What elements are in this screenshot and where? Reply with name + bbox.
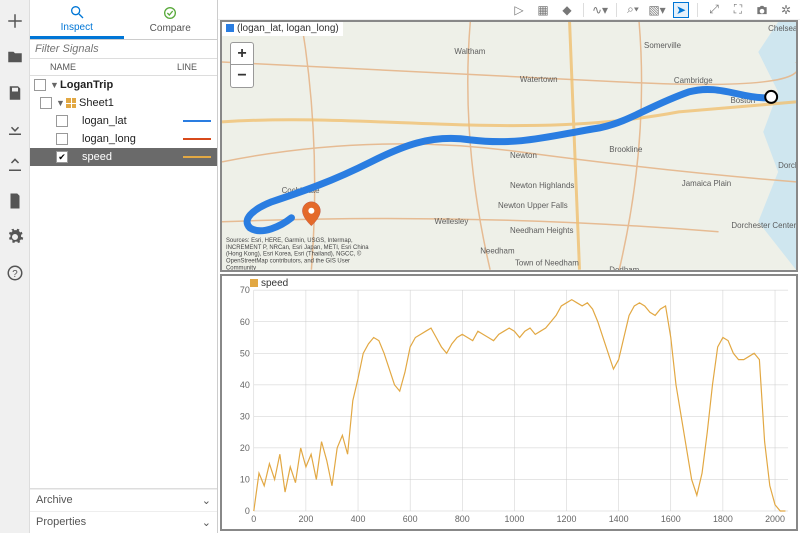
fullscreen-icon[interactable]: ⛶ xyxy=(730,2,746,18)
chart-pane[interactable]: speed 0 10 20 30 40 50 60 70 0 200 400 600 800 1000 12… xyxy=(220,274,798,531)
snapshot-icon[interactable] xyxy=(754,2,770,18)
svg-text:Needham: Needham xyxy=(480,247,515,256)
plot-toolbar: ▷ ▦ ◆ ∿▾ ⌕▾ ▧▾ ➤ ⤢ ⛶ ✲ xyxy=(218,0,800,20)
svg-text:Wellesley: Wellesley xyxy=(435,217,469,226)
svg-text:1000: 1000 xyxy=(504,514,524,524)
line-swatch xyxy=(183,120,211,122)
chevron-down-icon: ⌄ xyxy=(202,516,211,529)
svg-text:400: 400 xyxy=(351,514,366,524)
svg-text:10: 10 xyxy=(240,474,250,484)
tab-compare-label: Compare xyxy=(150,23,191,34)
gear-icon[interactable] xyxy=(4,226,26,248)
svg-text:Needham Heights: Needham Heights xyxy=(510,226,573,235)
tree-root[interactable]: ▼ LoganTrip xyxy=(30,76,217,94)
line-swatch xyxy=(183,156,211,158)
svg-text:?: ? xyxy=(12,269,18,280)
tree-sheet[interactable]: ▼ Sheet1 xyxy=(30,94,217,112)
tree-headers: NAME LINE xyxy=(30,59,217,76)
checkbox[interactable] xyxy=(40,97,52,109)
svg-text:Dorchester Center: Dorchester Center xyxy=(731,221,796,230)
header-line: LINE xyxy=(177,62,217,72)
plus-icon[interactable] xyxy=(4,10,26,32)
zoom-in-button[interactable]: + xyxy=(231,43,253,65)
svg-text:Somerville: Somerville xyxy=(644,41,682,50)
import-icon[interactable] xyxy=(4,118,26,140)
svg-text:70: 70 xyxy=(240,285,250,295)
map-canvas[interactable]: Chelsea Somerville Waltham Cambridge Waterto… xyxy=(222,22,796,270)
tab-inspect-label: Inspect xyxy=(61,22,93,33)
main: ▷ ▦ ◆ ∿▾ ⌕▾ ▧▾ ➤ ⤢ ⛶ ✲ (logan_lat, logan… xyxy=(218,0,800,533)
svg-text:Dedham: Dedham xyxy=(609,266,639,270)
svg-text:1600: 1600 xyxy=(661,514,681,524)
line-swatch xyxy=(183,138,211,140)
svg-text:1400: 1400 xyxy=(609,514,629,524)
archive-panel[interactable]: Archive⌄ xyxy=(30,489,217,511)
checkbox[interactable] xyxy=(56,151,68,163)
sheet-icon xyxy=(66,98,76,108)
tab-compare[interactable]: Compare xyxy=(124,0,218,39)
svg-text:600: 600 xyxy=(403,514,418,524)
chevron-down-icon: ⌄ xyxy=(202,494,211,507)
pointer-icon[interactable]: ➤ xyxy=(673,2,689,18)
signal-speed[interactable]: speed xyxy=(30,148,217,166)
signal-logan_long[interactable]: logan_long xyxy=(30,130,217,148)
plot-settings-icon[interactable]: ✲ xyxy=(778,2,794,18)
play-icon[interactable]: ▷ xyxy=(511,2,527,18)
svg-text:Town of Needham: Town of Needham xyxy=(515,259,579,268)
map-pane[interactable]: (logan_lat, logan_long) + − Chelsea Somer… xyxy=(220,20,798,272)
svg-text:Newton Upper Falls: Newton Upper Falls xyxy=(498,201,568,210)
svg-text:Jamaica Plain: Jamaica Plain xyxy=(682,179,731,188)
checkbox[interactable] xyxy=(34,79,46,91)
app-toolbar: ? xyxy=(0,0,30,533)
sidebar: Inspect Compare NAME LINE ▼ LoganTrip ▼ … xyxy=(30,0,218,533)
svg-text:Chelsea: Chelsea xyxy=(768,24,796,33)
svg-text:0: 0 xyxy=(245,506,250,516)
svg-text:40: 40 xyxy=(240,380,250,390)
sidebar-footer: Archive⌄ Properties⌄ xyxy=(30,488,217,533)
chart-canvas[interactable]: 0 10 20 30 40 50 60 70 0 200 400 600 800 1000 1200 1400… xyxy=(222,276,796,529)
svg-text:1200: 1200 xyxy=(557,514,577,524)
box-select-icon[interactable]: ▧▾ xyxy=(649,2,665,18)
svg-text:20: 20 xyxy=(240,443,250,453)
svg-text:Cambridge: Cambridge xyxy=(674,76,713,85)
filter-input[interactable] xyxy=(30,40,217,59)
expand-icon[interactable]: ⤢ xyxy=(706,2,722,18)
svg-text:30: 30 xyxy=(240,411,250,421)
signal-logan_lat[interactable]: logan_lat xyxy=(30,112,217,130)
save-icon[interactable] xyxy=(4,82,26,104)
tab-inspect[interactable]: Inspect xyxy=(30,0,124,39)
folder-icon[interactable] xyxy=(4,46,26,68)
chart-legend: speed xyxy=(250,278,288,289)
svg-text:Dorchester Bay: Dorchester Bay xyxy=(778,161,796,170)
properties-panel[interactable]: Properties⌄ xyxy=(30,511,217,533)
checkbox[interactable] xyxy=(56,133,68,145)
svg-text:Newton: Newton xyxy=(510,151,537,160)
tag-icon[interactable]: ◆ xyxy=(559,2,575,18)
help-icon[interactable]: ? xyxy=(4,262,26,284)
map-title: (logan_lat, logan_long) xyxy=(222,21,343,36)
svg-text:800: 800 xyxy=(455,514,470,524)
svg-text:50: 50 xyxy=(240,348,250,358)
map-zoom-control: + − xyxy=(230,42,254,88)
svg-text:60: 60 xyxy=(240,316,250,326)
zoom-tool-icon[interactable]: ⌕▾ xyxy=(625,2,641,18)
svg-text:0: 0 xyxy=(251,514,256,524)
zoom-out-button[interactable]: − xyxy=(231,65,253,87)
layout-grid-icon[interactable]: ▦ xyxy=(535,2,551,18)
export-icon[interactable] xyxy=(4,154,26,176)
svg-text:2000: 2000 xyxy=(765,514,785,524)
header-name: NAME xyxy=(30,62,177,72)
sidebar-tabs: Inspect Compare xyxy=(30,0,217,40)
signal-style-icon[interactable]: ∿▾ xyxy=(592,2,608,18)
svg-text:1800: 1800 xyxy=(713,514,733,524)
svg-text:Waltham: Waltham xyxy=(454,47,485,56)
svg-text:200: 200 xyxy=(298,514,313,524)
svg-text:Watertown: Watertown xyxy=(520,75,558,84)
svg-text:Newton Highlands: Newton Highlands xyxy=(510,181,574,190)
page-icon[interactable] xyxy=(4,190,26,212)
svg-text:Brookline: Brookline xyxy=(609,145,643,154)
signal-tree: ▼ LoganTrip ▼ Sheet1 logan_lat logan_lon… xyxy=(30,76,217,488)
checkbox[interactable] xyxy=(56,115,68,127)
